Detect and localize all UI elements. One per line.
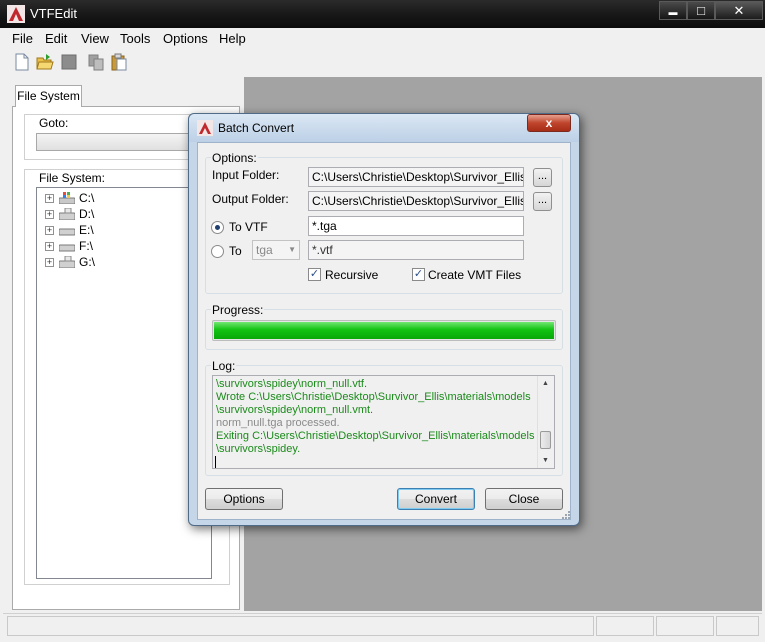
drive-icon — [59, 208, 75, 220]
close-icon: ✕ — [733, 3, 745, 18]
menu-bar: File Edit View Tools Options Help — [3, 28, 762, 49]
close-window-button[interactable]: ✕ — [715, 1, 763, 20]
dialog-close-button[interactable]: x — [527, 114, 571, 132]
format-select[interactable]: tga ▼ — [252, 240, 300, 260]
close-icon: x — [545, 116, 553, 130]
drive-label: F:\ — [79, 239, 93, 253]
log-scrollbar[interactable]: ▲ ▼ — [537, 376, 554, 468]
file-system-label: File System: — [37, 171, 108, 185]
window-title: VTFEdit — [30, 6, 77, 21]
convert-button[interactable]: Convert — [397, 488, 475, 510]
tree-node-g[interactable]: + G:\ — [45, 254, 95, 270]
drive-icon — [59, 256, 75, 268]
tree-node-f[interactable]: + F:\ — [45, 238, 93, 254]
browse-output-button[interactable]: ... — [533, 192, 552, 211]
expand-icon[interactable]: + — [45, 241, 54, 251]
expand-icon[interactable]: + — [45, 209, 54, 219]
status-segment — [656, 616, 714, 636]
output-folder-field[interactable]: C:\Users\Christie\Desktop\Survivor_Ellis… — [308, 191, 524, 211]
new-file-icon[interactable] — [13, 53, 31, 71]
options-group-label: Options: — [211, 151, 258, 165]
drive-label: D:\ — [79, 207, 95, 221]
log-line: Wrote C:\Users\Christie\Desktop\Survivor… — [216, 391, 531, 403]
output-folder-label: Output Folder: — [212, 192, 289, 206]
tree-node-d[interactable]: + D:\ — [45, 206, 94, 222]
close-button[interactable]: Close — [485, 488, 563, 510]
menu-tools[interactable]: Tools — [120, 31, 150, 46]
menu-options[interactable]: Options — [163, 31, 208, 46]
progress-bar-fill — [214, 322, 554, 339]
maximize-button[interactable]: □ — [687, 1, 715, 20]
drive-label: C:\ — [79, 191, 95, 205]
recursive-label: Recursive — [325, 268, 379, 282]
log-line: norm_null.tga processed. — [216, 417, 340, 429]
browse-input-button[interactable]: ... — [533, 168, 552, 187]
tree-node-c[interactable]: + C:\ — [45, 190, 94, 206]
scroll-thumb[interactable] — [540, 431, 551, 449]
open-folder-icon[interactable] — [36, 53, 54, 71]
menu-help[interactable]: Help — [219, 31, 246, 46]
create-vmt-label: Create VMT Files — [428, 268, 522, 282]
goto-label: Goto: — [37, 116, 71, 130]
chevron-down-icon: ▼ — [288, 245, 296, 254]
to-vtf-filter-input[interactable]: *.tga — [308, 216, 524, 236]
input-folder-field[interactable]: C:\Users\Christie\Desktop\Survivor_Ellis… — [308, 167, 524, 187]
recursive-checkbox[interactable]: ✓ — [308, 268, 321, 281]
paste-icon[interactable] — [110, 53, 128, 71]
status-bar — [3, 613, 762, 640]
drive-icon — [59, 228, 75, 236]
scroll-down-icon[interactable]: ▼ — [542, 457, 549, 464]
scroll-up-icon[interactable]: ▲ — [542, 380, 549, 387]
expand-icon[interactable]: + — [45, 225, 54, 235]
to-filter-input[interactable]: *.vtf — [308, 240, 524, 260]
log-line: Exiting C:\Users\Christie\Desktop\Surviv… — [216, 430, 535, 442]
tree-node-e[interactable]: + E:\ — [45, 222, 94, 238]
progress-bar — [212, 320, 556, 341]
create-vmt-checkbox[interactable]: ✓ — [412, 268, 425, 281]
expand-icon[interactable]: + — [45, 257, 54, 267]
log-line: \survivors\spidey\norm_null.vtf. — [216, 378, 367, 390]
log-group-label: Log: — [211, 359, 237, 373]
status-segment — [716, 616, 759, 636]
copy-icon[interactable] — [87, 53, 105, 71]
drive-label: E:\ — [79, 223, 94, 237]
tab-file-system[interactable]: File System — [15, 85, 82, 107]
menu-view[interactable]: View — [81, 31, 109, 46]
progress-group-label: Progress: — [211, 303, 265, 317]
resize-grip-icon[interactable] — [561, 510, 570, 519]
vtfedit-logo-icon — [7, 5, 25, 23]
dialog-title: Batch Convert — [218, 121, 295, 135]
title-bar[interactable] — [0, 0, 765, 28]
minimize-icon: ▬ — [668, 7, 678, 17]
log-output[interactable]: \survivors\spidey\norm_null.vtf. Wrote C… — [212, 375, 555, 469]
status-segment — [596, 616, 654, 636]
log-line: \survivors\spidey\norm_null.vmt. — [216, 404, 374, 416]
toolbar — [3, 50, 762, 76]
menu-file[interactable]: File — [12, 31, 33, 46]
save-icon[interactable] — [60, 53, 78, 71]
status-segment — [7, 616, 594, 636]
expand-icon[interactable]: + — [45, 193, 54, 203]
to-label: To — [229, 244, 242, 258]
minimize-button[interactable]: ▬ — [659, 1, 687, 20]
drive-label: G:\ — [79, 255, 96, 269]
log-line: \survivors\spidey. — [216, 443, 301, 455]
to-vtf-radio[interactable] — [211, 221, 224, 234]
drive-icon — [59, 244, 75, 252]
options-button[interactable]: Options — [205, 488, 283, 510]
to-format-radio[interactable] — [211, 245, 224, 258]
file-system-tree[interactable]: + C:\ + D:\ + E:\ + F:\ + G:\ — [36, 187, 212, 579]
vtfedit-logo-icon — [197, 120, 213, 136]
menu-edit[interactable]: Edit — [45, 31, 67, 46]
input-folder-label: Input Folder: — [212, 168, 280, 182]
format-select-value: tga — [256, 243, 273, 257]
to-vtf-label: To VTF — [229, 220, 268, 234]
maximize-icon: □ — [697, 3, 705, 18]
system-drive-icon — [59, 192, 75, 204]
text-caret — [215, 456, 216, 468]
